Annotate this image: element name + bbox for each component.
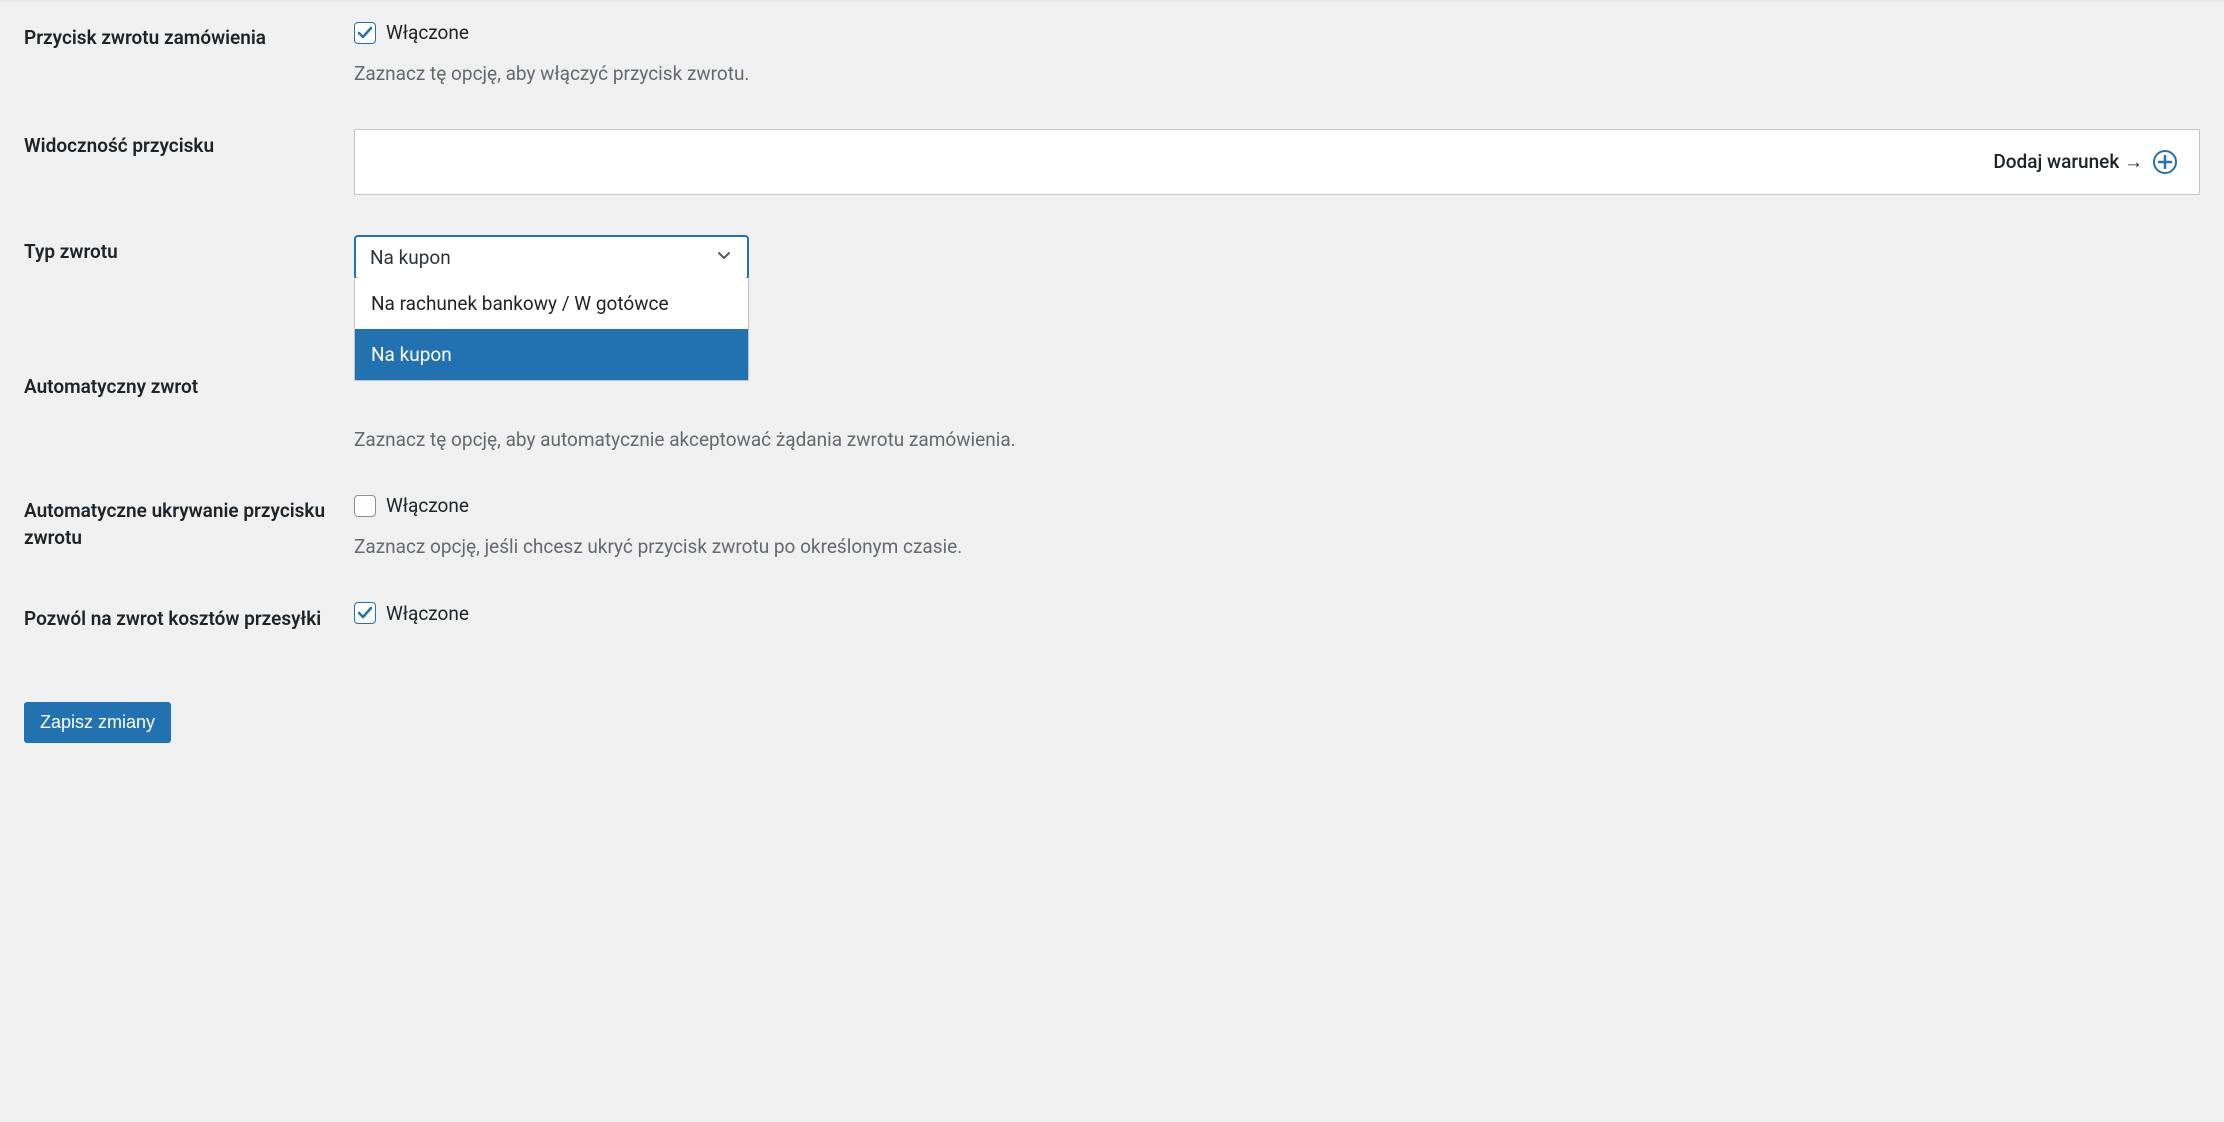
condition-box: Dodaj warunek → xyxy=(354,129,2200,195)
checkbox-label-auto-hide: Włączone xyxy=(386,494,469,517)
setting-row-return-button: Przycisk zwrotu zamówienia Włączone Zazn… xyxy=(24,21,2200,89)
description-auto-hide: Zaznacz opcję, jeśli chcesz ukryć przyci… xyxy=(354,533,2200,562)
plus-circle-icon xyxy=(2153,150,2177,174)
check-icon xyxy=(357,25,373,41)
setting-row-return-type: Typ zwrotu Na kupon Na rachunek bankowy … xyxy=(24,235,2200,280)
dropdown-option-coupon[interactable]: Na kupon xyxy=(355,329,748,380)
control-auto-hide: Włączone Zaznacz opcję, jeśli chcesz ukr… xyxy=(354,494,2200,562)
label-auto-return: Automatyczny zwrot xyxy=(24,370,354,401)
label-shipping-refund: Pozwól na zwrot kosztów przesyłki xyxy=(24,602,354,633)
control-return-type: Na kupon Na rachunek bankowy / W gotówce… xyxy=(354,235,2200,280)
control-shipping-refund: Włączone xyxy=(354,602,2200,625)
description-auto-return: Zaznacz tę opcję, aby automatycznie akce… xyxy=(354,426,2200,455)
setting-row-auto-return: Automatyczny zwrot Zaznacz tę opcję, aby… xyxy=(24,370,2200,455)
control-return-button: Włączone Zaznacz tę opcję, aby włączyć p… xyxy=(354,21,2200,89)
checkbox-label-return-button: Włączone xyxy=(386,21,469,44)
label-return-button: Przycisk zwrotu zamówienia xyxy=(24,21,354,52)
chevron-down-icon xyxy=(715,246,733,269)
dropdown-option-bank[interactable]: Na rachunek bankowy / W gotówce xyxy=(355,278,748,329)
dropdown-options-return-type: Na rachunek bankowy / W gotówce Na kupon xyxy=(354,278,749,381)
checkbox-shipping-refund[interactable] xyxy=(354,602,376,624)
top-separator xyxy=(0,0,2224,3)
checkbox-label-shipping-refund: Włączone xyxy=(386,602,469,625)
add-condition-label: Dodaj warunek → xyxy=(1993,150,2143,174)
select-return-type: Na kupon Na rachunek bankowy / W gotówce… xyxy=(354,235,749,280)
description-return-button: Zaznacz tę opcję, aby włączyć przycisk z… xyxy=(354,60,2200,89)
select-value-return-type: Na kupon xyxy=(370,246,451,269)
label-button-visibility: Widoczność przycisku xyxy=(24,129,354,160)
label-auto-hide: Automatyczne ukrywanie przycisku zwrotu xyxy=(24,494,354,551)
checkbox-row-auto-hide: Włączone xyxy=(354,494,2200,517)
control-button-visibility: Dodaj warunek → xyxy=(354,129,2200,195)
setting-row-shipping-refund: Pozwól na zwrot kosztów przesyłki Włączo… xyxy=(24,602,2200,633)
select-display-return-type[interactable]: Na kupon xyxy=(354,235,749,280)
label-return-type: Typ zwrotu xyxy=(24,235,354,266)
setting-row-button-visibility: Widoczność przycisku Dodaj warunek → xyxy=(24,129,2200,195)
add-condition-button[interactable]: Dodaj warunek → xyxy=(1993,150,2177,174)
control-auto-return: Zaznacz tę opcję, aby automatycznie akce… xyxy=(354,370,2200,455)
save-button[interactable]: Zapisz zmiany xyxy=(24,702,171,743)
checkbox-auto-hide[interactable] xyxy=(354,495,376,517)
setting-row-auto-hide: Automatyczne ukrywanie przycisku zwrotu … xyxy=(24,494,2200,562)
checkbox-row-return-button: Włączone xyxy=(354,21,2200,44)
checkbox-row-shipping-refund: Włączone xyxy=(354,602,2200,625)
checkbox-return-button[interactable] xyxy=(354,22,376,44)
check-icon xyxy=(357,605,373,621)
